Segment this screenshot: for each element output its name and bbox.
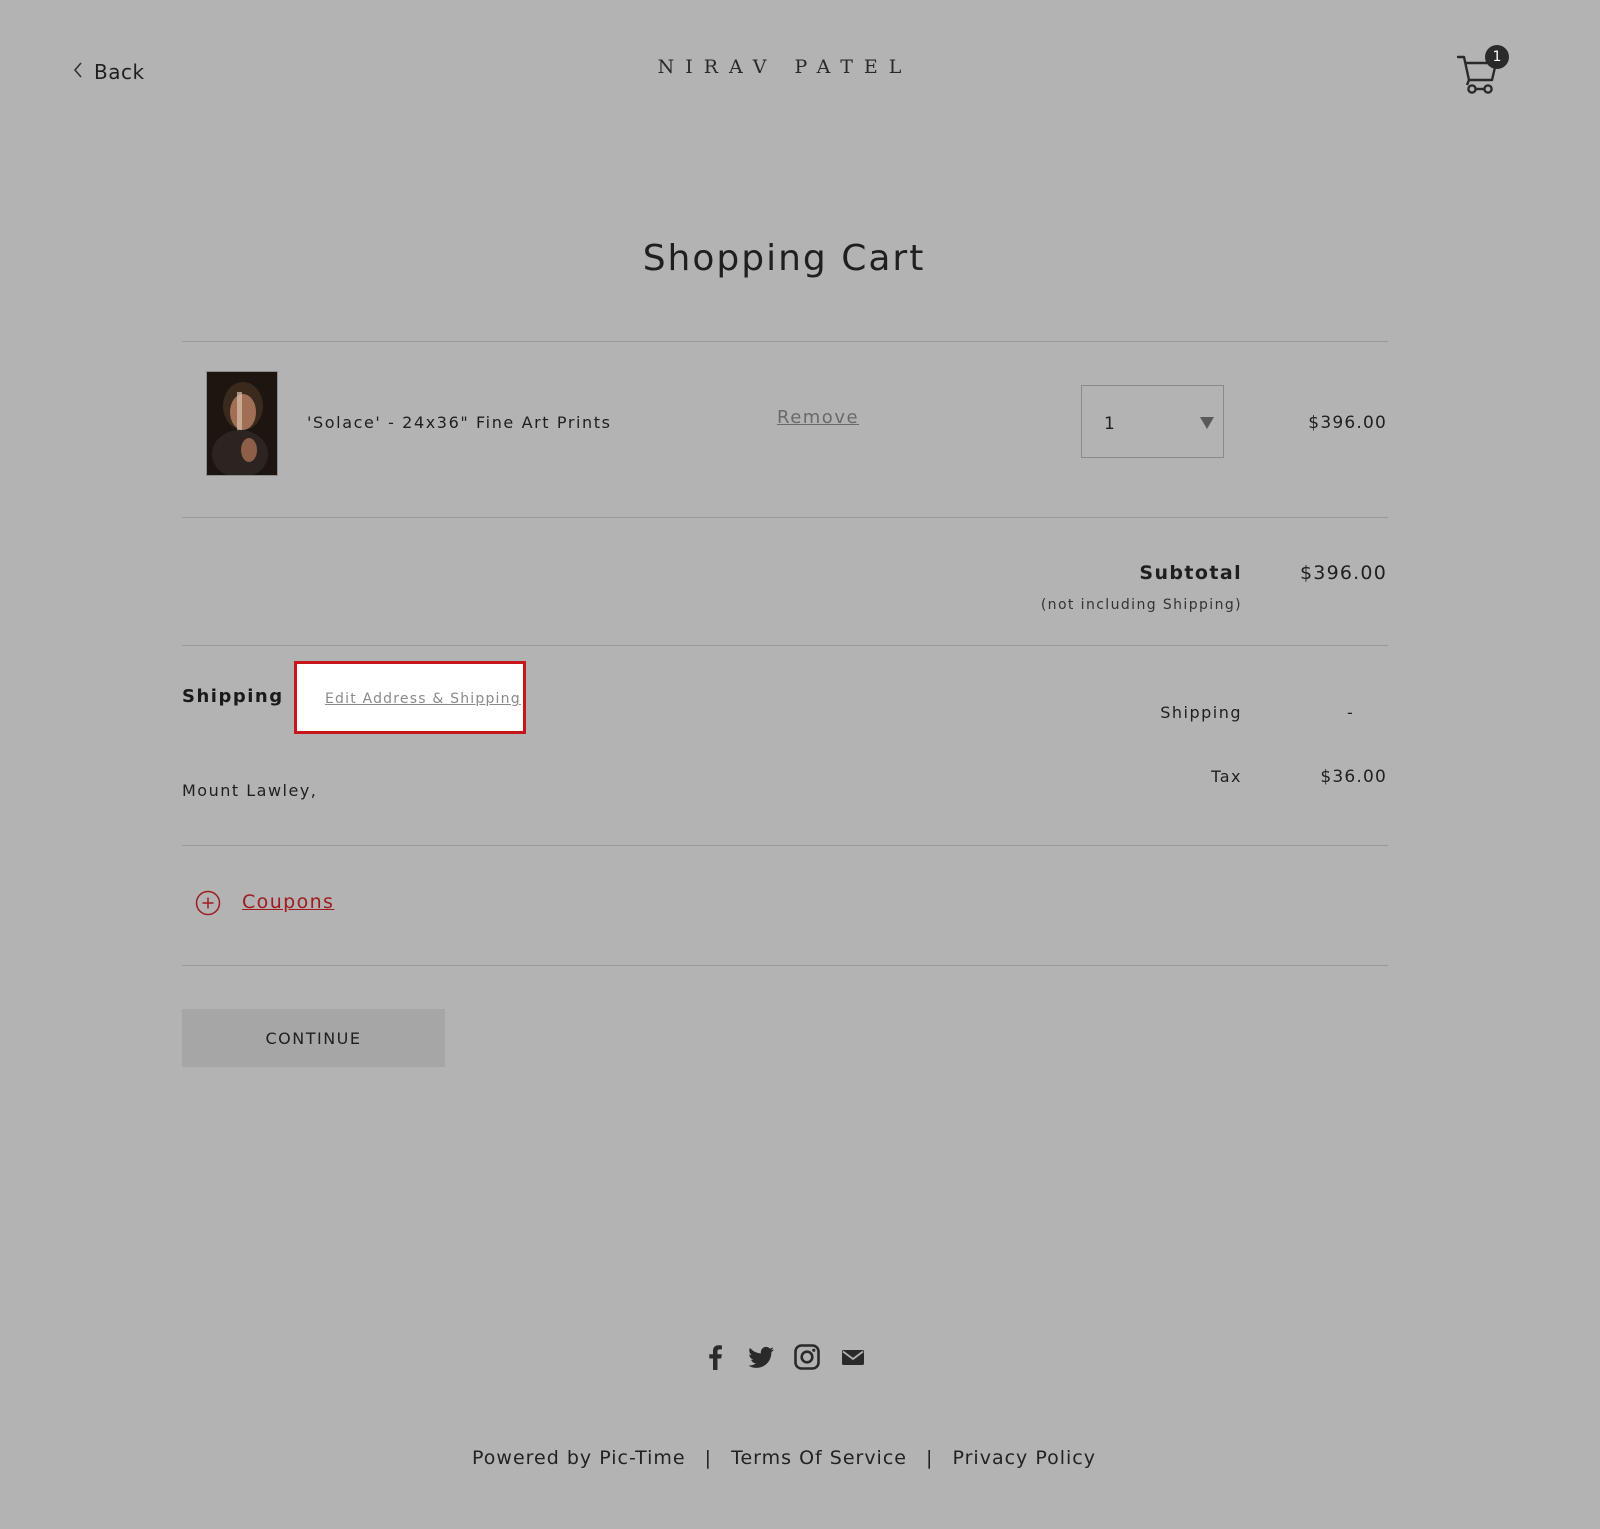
- shipping-address: Mount Lawley,: [182, 781, 318, 800]
- remove-item-link[interactable]: Remove: [777, 407, 859, 428]
- edit-address-shipping-link[interactable]: Edit Address & Shipping: [325, 691, 521, 707]
- email-icon[interactable]: [838, 1342, 868, 1372]
- quantity-value: 1: [1104, 414, 1115, 434]
- tax-value: $36.00: [1320, 767, 1387, 787]
- twitter-icon[interactable]: [746, 1342, 776, 1372]
- shipping-heading: Shipping: [182, 686, 284, 707]
- divider: [182, 517, 1388, 518]
- footer-separator: |: [704, 1447, 713, 1469]
- product-thumbnail[interactable]: [206, 371, 278, 476]
- facebook-icon[interactable]: [700, 1342, 730, 1372]
- footer-links: Powered by Pic-Time | Terms Of Service |…: [0, 1447, 1568, 1469]
- subtotal-value: $396.00: [1300, 562, 1387, 584]
- subtotal-note: (not including Shipping): [1040, 597, 1242, 613]
- divider: [182, 341, 1388, 342]
- continue-button[interactable]: CONTINUE: [182, 1009, 445, 1067]
- divider: [182, 845, 1388, 846]
- subtotal-label: Subtotal: [1139, 562, 1242, 584]
- coupons-link[interactable]: Coupons: [242, 891, 334, 913]
- privacy-policy-link[interactable]: Privacy Policy: [952, 1447, 1095, 1469]
- terms-of-service-link[interactable]: Terms Of Service: [731, 1447, 907, 1469]
- social-links: [700, 1342, 868, 1372]
- plus-circle-icon[interactable]: [195, 890, 221, 916]
- brand-logo[interactable]: NIRAV PATEL: [0, 56, 1570, 78]
- shipping-cost-label: Shipping: [1160, 703, 1242, 722]
- cart-item-name[interactable]: 'Solace' - 24x36" Fine Art Prints: [307, 413, 612, 432]
- divider: [182, 965, 1388, 966]
- shipping-cost-value: -: [1347, 703, 1353, 722]
- instagram-icon[interactable]: [792, 1342, 822, 1372]
- page-title: Shopping Cart: [642, 238, 926, 279]
- edit-address-shipping-button[interactable]: Edit Address & Shipping: [294, 661, 526, 734]
- cart-button[interactable]: 1: [1452, 42, 1512, 98]
- footer-separator: |: [926, 1447, 934, 1469]
- cart-count-badge: 1: [1485, 45, 1509, 69]
- caret-down-icon: [1200, 417, 1214, 429]
- powered-by-link[interactable]: Powered by Pic-Time: [472, 1447, 686, 1469]
- divider: [182, 645, 1388, 646]
- quantity-select[interactable]: 1: [1081, 385, 1224, 458]
- tax-label: Tax: [1211, 767, 1242, 786]
- cart-item-price: $396.00: [1308, 413, 1387, 433]
